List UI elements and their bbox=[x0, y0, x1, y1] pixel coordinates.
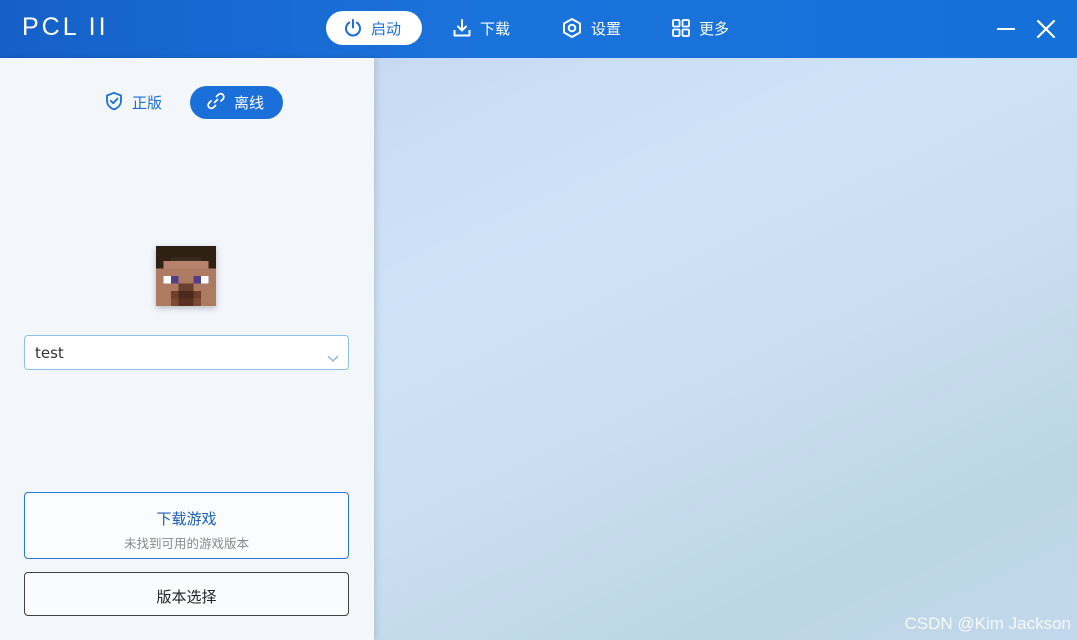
launch-side-panel: 正版 离线 test 下载游戏 未找到可用的游戏版本 版本选择 bbox=[0, 58, 374, 640]
app-title: PCL II bbox=[22, 13, 109, 41]
close-button[interactable] bbox=[1034, 17, 1058, 41]
shield-icon bbox=[104, 91, 124, 115]
gear-icon bbox=[561, 17, 583, 39]
nav-download[interactable]: 下载 bbox=[452, 11, 510, 45]
nav-settings-label: 设置 bbox=[591, 19, 622, 38]
link-icon bbox=[206, 91, 226, 115]
nav-more-label: 更多 bbox=[699, 19, 730, 38]
tab-offline[interactable]: 离线 bbox=[190, 86, 283, 119]
watermark: CSDN @Kim Jackson bbox=[904, 614, 1071, 633]
username-value: test bbox=[35, 344, 64, 362]
minimize-icon bbox=[997, 28, 1015, 30]
grid-icon bbox=[671, 18, 691, 38]
download-icon bbox=[452, 18, 472, 38]
main-background: CSDN @Kim Jackson bbox=[374, 58, 1077, 640]
download-game-subtitle: 未找到可用的游戏版本 bbox=[123, 536, 249, 551]
avatar bbox=[156, 246, 216, 306]
download-game-title: 下载游戏 bbox=[156, 510, 217, 528]
tab-official[interactable]: 正版 bbox=[104, 86, 162, 119]
nav-launch-label: 启动 bbox=[371, 19, 402, 38]
nav-more[interactable]: 更多 bbox=[671, 11, 729, 45]
power-icon bbox=[343, 18, 363, 38]
version-select-button[interactable]: 版本选择 bbox=[24, 572, 349, 616]
nav-launch[interactable]: 启动 bbox=[326, 11, 422, 45]
download-game-button[interactable]: 下载游戏 未找到可用的游戏版本 bbox=[24, 492, 349, 559]
chevron-down-icon bbox=[327, 348, 339, 367]
version-select-label: 版本选择 bbox=[156, 588, 217, 606]
nav-settings[interactable]: 设置 bbox=[561, 11, 621, 45]
username-select[interactable]: test bbox=[24, 335, 349, 370]
minimize-button[interactable] bbox=[994, 17, 1018, 41]
close-icon bbox=[1036, 19, 1056, 39]
tab-official-label: 正版 bbox=[132, 94, 163, 112]
tab-offline-label: 离线 bbox=[234, 94, 265, 112]
title-bar: PCL II 启动 下载 设置 更多 bbox=[0, 0, 1077, 58]
nav-download-label: 下载 bbox=[480, 19, 511, 38]
